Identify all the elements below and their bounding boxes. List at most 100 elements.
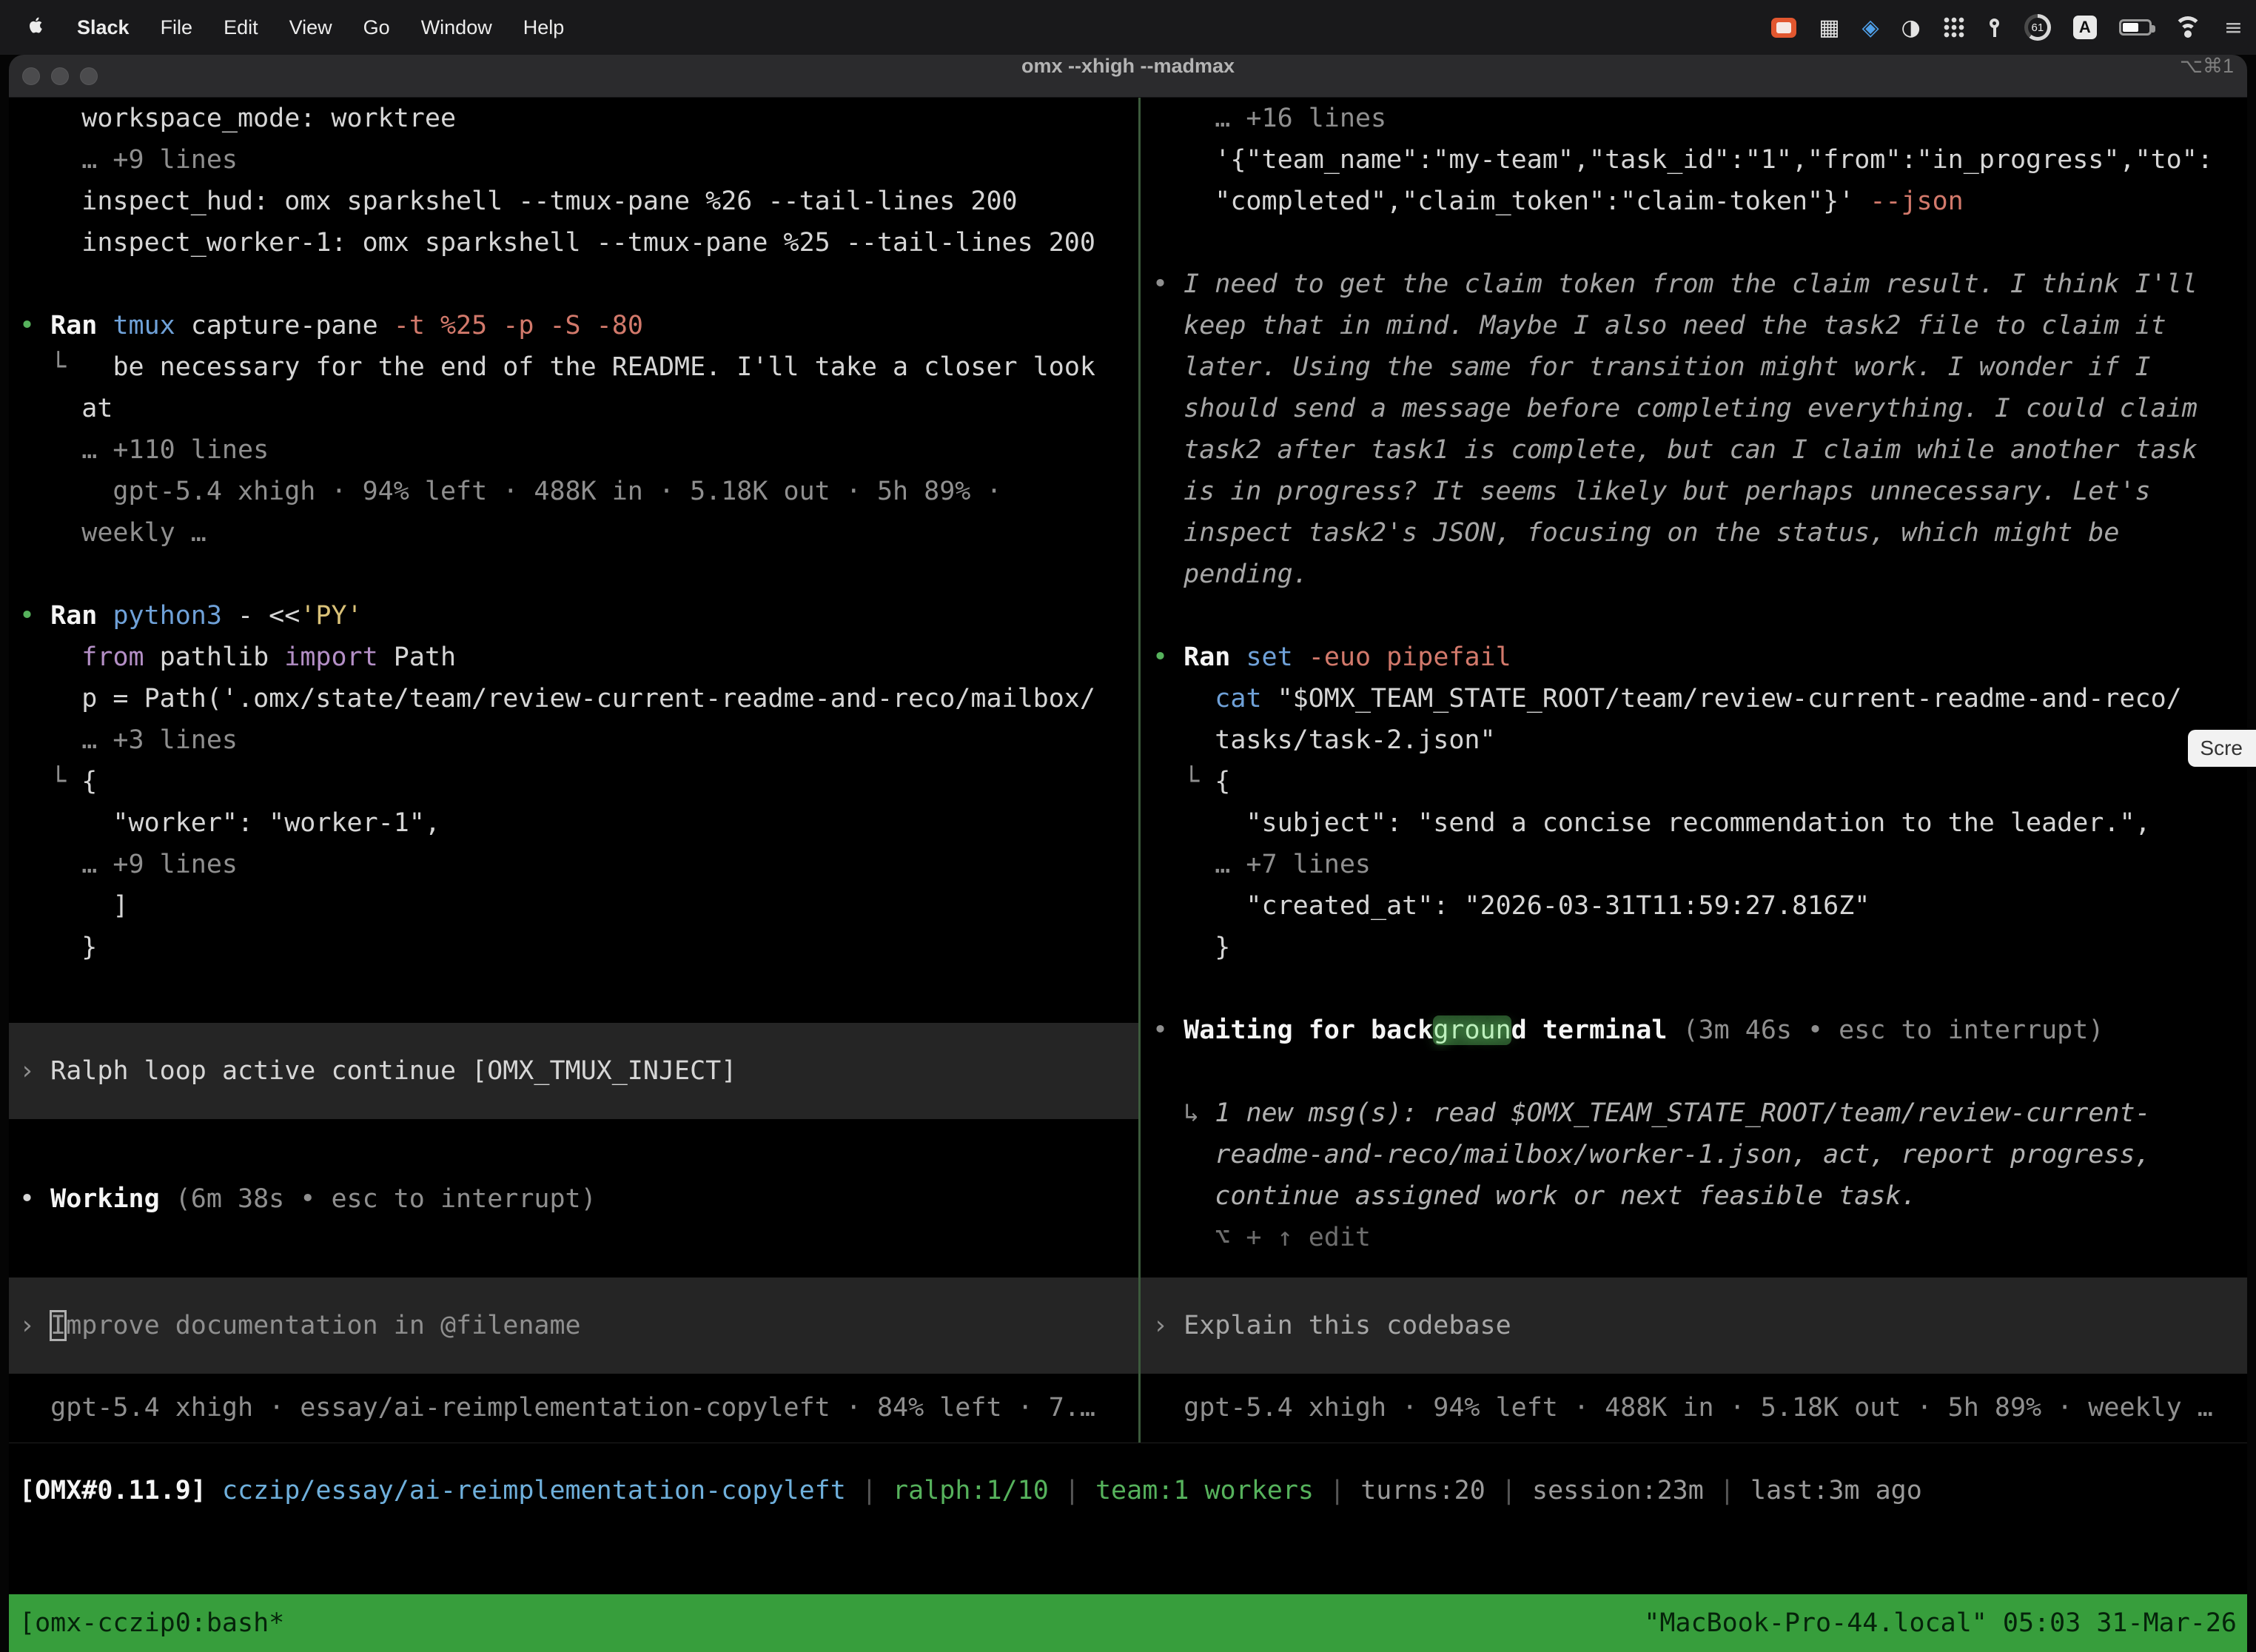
text-segment: team:1 workers bbox=[1095, 1476, 1314, 1505]
battery-percent-gauge[interactable]: 61 bbox=[2024, 14, 2051, 41]
text-segment: should send a message before completing … bbox=[1152, 394, 2198, 423]
terminal-line bbox=[1141, 222, 2247, 263]
text-segment: '{"team_name":"my-team","task_id":"1","f… bbox=[1152, 145, 2213, 175]
spacer bbox=[1141, 1374, 2247, 1387]
terminal-line: task2 after task1 is complete, but can I… bbox=[1141, 429, 2247, 471]
tmux-host-time: "MacBook-Pro-44.local" 05:03 31-Mar-26 bbox=[1644, 1608, 2237, 1638]
terminal-line: "worker": "worker-1", bbox=[9, 802, 1138, 844]
input-source-label: A bbox=[2079, 18, 2091, 37]
text-segment: } bbox=[19, 933, 97, 962]
text-segment: 1 new msg(s): read $OMX_TEAM_STATE_ROOT/… bbox=[1215, 1098, 2150, 1128]
terminal-line: gpt-5.4 xhigh · 94% left · 488K in · 5.1… bbox=[9, 471, 1138, 512]
menu-extra-icon[interactable]: ≡ bbox=[2224, 15, 2243, 41]
text-segment: Explain this codebase bbox=[1184, 1311, 1511, 1340]
terminal-line: … +3 lines bbox=[9, 719, 1138, 761]
terminal-line: └ { bbox=[9, 761, 1138, 802]
window-title: omx --xhigh --madmax bbox=[9, 55, 2247, 78]
terminal-line: "completed","claim_token":"claim-token"}… bbox=[1141, 181, 2247, 222]
text-segment: mprove documentation in @filename bbox=[66, 1311, 580, 1340]
menu-item-window[interactable]: Window bbox=[421, 16, 492, 39]
menu-items: File Edit View Go Window Help bbox=[161, 16, 565, 39]
screen-button[interactable]: Scre bbox=[2188, 730, 2256, 767]
app-icon-circle[interactable]: ◑ bbox=[1901, 15, 1921, 41]
terminal-line: └ be necessary for the end of the README… bbox=[9, 346, 1138, 388]
text-segment: Waiting for back bbox=[1184, 1015, 1433, 1045]
text-segment: (3m 46s • esc to interrupt) bbox=[1667, 1015, 2104, 1045]
text-segment: I bbox=[50, 1311, 66, 1340]
screen-recording-icon[interactable] bbox=[1771, 18, 1796, 38]
spacer bbox=[1141, 1258, 2247, 1277]
text-segment: session:23m bbox=[1532, 1476, 1704, 1505]
text-segment: be necessary for the end of the README. … bbox=[81, 352, 1095, 382]
battery-icon[interactable] bbox=[2119, 19, 2152, 36]
wifi-icon[interactable] bbox=[2174, 16, 2202, 38]
input-source-icon[interactable]: A bbox=[2073, 16, 2097, 39]
app-icon-blue[interactable]: ◈ bbox=[1862, 15, 1879, 41]
terminal-line: should send a message before completing … bbox=[1141, 388, 2247, 429]
text-segment: import bbox=[284, 642, 377, 672]
composer-input[interactable]: › Improve documentation in @filename bbox=[9, 1277, 1138, 1374]
text-segment: continue assigned work or next feasible … bbox=[1152, 1181, 1917, 1211]
text-segment: pending. bbox=[1152, 560, 1309, 589]
terminal-line: inspect_worker-1: omx sparkshell --tmux-… bbox=[9, 222, 1138, 263]
text-segment: Path bbox=[378, 642, 456, 672]
terminal-line: … +16 lines bbox=[1141, 98, 2247, 139]
terminal-line bbox=[9, 554, 1138, 595]
terminal-line bbox=[9, 263, 1138, 305]
text-segment: readme-and-reco/mailbox/worker-1.json, a… bbox=[1152, 1140, 2151, 1169]
terminal-line: at bbox=[9, 388, 1138, 429]
left-pane-content: workspace_mode: worktree … +9 lines insp… bbox=[9, 98, 1138, 1443]
apple-menu-icon[interactable] bbox=[25, 15, 46, 41]
menu-item-edit[interactable]: Edit bbox=[224, 16, 258, 39]
omx-status-line: [OMX#0.11.9] cczip/essay/ai-reimplementa… bbox=[9, 1470, 2247, 1511]
terminal-line: } bbox=[9, 927, 1138, 968]
terminal-line: } bbox=[1141, 927, 2247, 968]
terminal-line: "created_at": "2026-03-31T11:59:27.816Z" bbox=[1141, 885, 2247, 927]
text-segment: Ran bbox=[50, 601, 113, 631]
text-segment: gpt-5.4 xhigh · 94% left · 488K in · 5.1… bbox=[19, 477, 1002, 506]
terminal-line: keep that in mind. Maybe I also need the… bbox=[1141, 305, 2247, 346]
text-segment: | bbox=[846, 1476, 893, 1505]
terminal-line: └ { bbox=[1141, 761, 2247, 802]
menu-item-go[interactable]: Go bbox=[363, 16, 390, 39]
text-segment: pathlib bbox=[144, 642, 285, 672]
text-segment: - << bbox=[238, 601, 300, 631]
password-key-icon[interactable] bbox=[1987, 19, 2002, 37]
text-segment: › bbox=[1152, 1311, 1184, 1340]
terminal-line bbox=[1141, 595, 2247, 637]
terminal-line: later. Using the same for transition mig… bbox=[1141, 346, 2247, 388]
menu-app-name[interactable]: Slack bbox=[77, 16, 130, 39]
keyboard-icon[interactable]: ▦ bbox=[1819, 15, 1839, 41]
text-segment: last:3m ago bbox=[1750, 1476, 1922, 1505]
text-segment: | bbox=[1314, 1476, 1360, 1505]
queued-message[interactable]: › Ralph loop active continue [OMX_TMUX_I… bbox=[9, 1023, 1138, 1119]
composer-input[interactable]: › Explain this codebase bbox=[1141, 1277, 2247, 1374]
menu-item-file[interactable]: File bbox=[161, 16, 193, 39]
text-segment: "worker": "worker-1", bbox=[19, 808, 440, 838]
terminal-line: p = Path('.omx/state/team/review-current… bbox=[9, 678, 1138, 719]
text-segment: at bbox=[19, 394, 113, 423]
spacer bbox=[9, 1374, 1138, 1387]
menu-item-help[interactable]: Help bbox=[523, 16, 565, 39]
terminal-line: • Ran tmux capture-pane -t %25 -p -S -80 bbox=[9, 305, 1138, 346]
terminal-line: '{"team_name":"my-team","task_id":"1","f… bbox=[1141, 139, 2247, 181]
text-segment: | bbox=[1704, 1476, 1750, 1505]
text-segment: • bbox=[1152, 642, 1184, 672]
terminal-line: workspace_mode: worktree bbox=[9, 98, 1138, 139]
text-segment: … +9 lines bbox=[19, 145, 238, 175]
window-titlebar[interactable]: omx --xhigh --madmax ⌥⌘1 bbox=[9, 55, 2247, 98]
text-segment: Working bbox=[50, 1184, 175, 1214]
waiting-status: • Waiting for background terminal (3m 46… bbox=[1141, 1010, 2247, 1051]
text-segment: › bbox=[19, 1056, 50, 1086]
terminal-line: from pathlib import Path bbox=[9, 637, 1138, 678]
text-segment: keep that in mind. Maybe I also need the… bbox=[1152, 311, 2166, 340]
terminal-line: ↳ 1 new msg(s): read $OMX_TEAM_STATE_ROO… bbox=[1141, 1092, 2247, 1134]
text-segment: inspect_hud: omx sparkshell --tmux-pane … bbox=[19, 187, 1018, 216]
dots-grid-icon[interactable] bbox=[1943, 16, 1965, 38]
text-segment: inspect task2's JSON, focusing on the st… bbox=[1152, 518, 2119, 548]
text-segment: { bbox=[1215, 767, 1230, 796]
menu-item-view[interactable]: View bbox=[289, 16, 332, 39]
text-segment: p = Path('.omx/state/team/review-current… bbox=[19, 684, 1095, 713]
terminal-line: readme-and-reco/mailbox/worker-1.json, a… bbox=[1141, 1134, 2247, 1175]
terminal-line: "subject": "send a concise recommendatio… bbox=[1141, 802, 2247, 844]
